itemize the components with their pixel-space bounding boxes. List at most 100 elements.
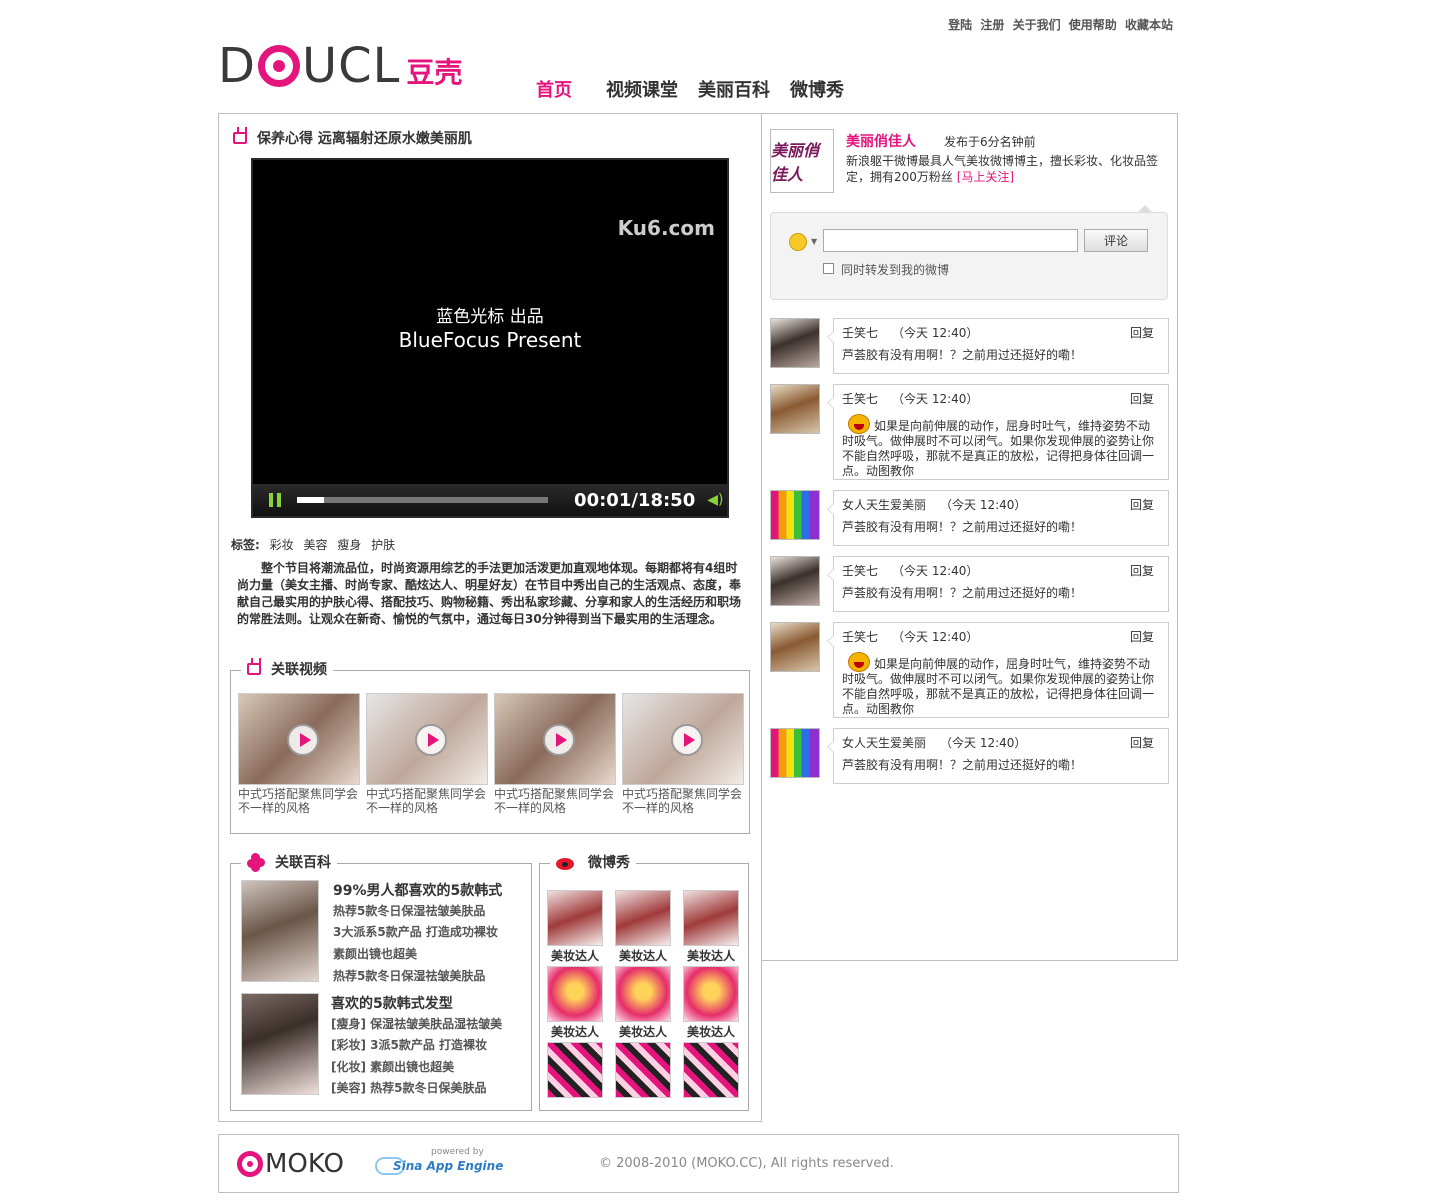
weibo-item[interactable] [615,1042,671,1098]
weibo-item[interactable] [683,1042,739,1098]
weibo-thumb[interactable] [615,890,671,946]
reply-link[interactable]: 回复 [1130,736,1154,754]
baike-link[interactable]: 热荐5款冬日保湿祛皱美肤品 [333,902,485,919]
weibo-item-label[interactable]: 美妆达人 [547,1022,603,1042]
volume-icon[interactable]: ◀) [707,492,727,508]
video-player[interactable]: Ku6.com 蓝色光标 出品 BlueFocus Present 00:01/… [251,158,729,518]
help-link[interactable]: 使用帮助 [1069,18,1117,32]
weibo-item[interactable]: 美妆达人 [683,890,739,966]
play-icon[interactable] [287,724,319,756]
weibo-thumb[interactable] [683,966,739,1022]
tag-slimming[interactable]: 瘦身 [337,538,361,552]
weibo-item[interactable]: 美妆达人 [615,890,671,966]
avatar[interactable] [770,318,820,368]
weibo-thumb[interactable] [547,966,603,1022]
comment-user[interactable]: 女人天生爱美丽 [842,736,926,754]
reply-link[interactable]: 回复 [1130,630,1154,648]
weibo-thumb[interactable] [615,1042,671,1098]
weibo-item[interactable]: 美妆达人 [547,890,603,966]
video-progress-bar[interactable] [296,497,549,503]
baike-headline[interactable]: 喜欢的5款韩式发型 [331,993,453,1013]
play-icon[interactable] [415,724,447,756]
weibo-thumb[interactable] [615,966,671,1022]
baike-link[interactable]: [美容] 热荐5款冬日保美肤品 [331,1079,487,1096]
video-thumbnail[interactable] [366,693,488,785]
video-caption[interactable]: 中式巧搭配聚焦同学会不一样的风格 [622,787,744,815]
video-caption[interactable]: 中式巧搭配聚焦同学会不一样的风格 [238,787,360,815]
video-thumbnail[interactable] [494,693,616,785]
avatar[interactable] [770,556,820,606]
weibo-item-label[interactable]: 美妆达人 [683,1022,739,1042]
nav-video-class[interactable]: 视频课堂 [606,76,684,102]
video-caption[interactable]: 中式巧搭配聚焦同学会不一样的风格 [366,787,488,815]
bookmark-link[interactable]: 收藏本站 [1125,18,1173,32]
login-link[interactable]: 登陆 [948,18,972,32]
weibo-item-label[interactable]: 美妆达人 [615,1022,671,1042]
repost-checkbox[interactable] [823,263,834,274]
nav-beauty-wiki[interactable]: 美丽百科 [698,76,776,102]
about-link[interactable]: 关于我们 [1013,18,1061,32]
comment-user[interactable]: 女人天生爱美丽 [842,498,926,516]
weibo-thumb[interactable] [683,1042,739,1098]
video-caption[interactable]: 中式巧搭配聚焦同学会不一样的风格 [494,787,616,815]
profile-avatar[interactable]: 美丽俏佳人 [770,129,834,193]
tag-skincare[interactable]: 护肤 [371,538,395,552]
avatar[interactable] [770,622,820,672]
tag-beauty[interactable]: 美容 [303,538,327,552]
weibo-item-label[interactable]: 美妆达人 [615,946,671,966]
weibo-thumb[interactable] [547,890,603,946]
weibo-item-label[interactable]: 美妆达人 [547,946,603,966]
comment-user[interactable]: 壬笑七 [842,392,878,410]
site-logo[interactable]: D UCL 豆壳 [218,38,462,94]
avatar[interactable] [770,728,820,778]
nav-weibo-show[interactable]: 微博秀 [790,76,850,102]
baike-photo[interactable] [241,993,319,1095]
video-thumbnail[interactable] [622,693,744,785]
reply-link[interactable]: 回复 [1130,326,1154,344]
related-video-item[interactable]: 中式巧搭配聚焦同学会不一样的风格 [622,693,744,815]
weibo-thumb[interactable] [683,890,739,946]
baike-link[interactable]: 素颜出镜也超美 [333,945,417,962]
play-icon[interactable] [671,724,703,756]
related-videos-title-text: 关联视频 [271,662,327,678]
baike-link[interactable]: [瘦身] 保湿祛皱美肤品湿祛皱美 [331,1015,502,1032]
weibo-item[interactable]: 美妆达人 [615,966,671,1042]
reply-link[interactable]: 回复 [1130,392,1154,410]
reply-link[interactable]: 回复 [1130,564,1154,582]
chevron-down-icon[interactable]: ▼ [811,237,817,246]
weibo-item-label[interactable]: 美妆达人 [683,946,739,966]
moko-logo[interactable]: MOKO [237,1149,344,1179]
repost-label[interactable]: 同时转发到我的微博 [841,261,949,278]
pause-icon[interactable] [269,493,283,507]
weibo-thumb[interactable] [547,1042,603,1098]
avatar[interactable] [770,384,820,434]
comment-user[interactable]: 壬笑七 [842,326,878,344]
baike-photo[interactable] [241,880,319,982]
baike-headline[interactable]: 99%男人都喜欢的5款韩式 [333,880,502,900]
weibo-item[interactable] [547,1042,603,1098]
register-link[interactable]: 注册 [980,18,1004,32]
baike-link[interactable]: [化妆] 素颜出镜也超美 [331,1058,454,1075]
profile-name[interactable]: 美丽俏佳人 [846,131,916,151]
baike-link[interactable]: 热荐5款冬日保湿祛皱美肤品 [333,967,485,984]
emoticon-icon[interactable] [789,233,807,251]
comment-input[interactable] [823,229,1078,252]
sae-badge[interactable]: powered by Sina App Engine [375,1147,503,1179]
follow-link[interactable]: [马上关注] [957,170,1014,184]
comment-submit-button[interactable]: 评论 [1084,229,1148,252]
video-thumbnail[interactable] [238,693,360,785]
play-icon[interactable] [543,724,575,756]
tag-makeup[interactable]: 彩妆 [270,538,294,552]
nav-home[interactable]: 首页 [536,76,578,102]
comment-user[interactable]: 壬笑七 [842,564,878,582]
related-video-item[interactable]: 中式巧搭配聚焦同学会不一样的风格 [238,693,360,815]
avatar[interactable] [770,490,820,540]
related-video-item[interactable]: 中式巧搭配聚焦同学会不一样的风格 [494,693,616,815]
reply-link[interactable]: 回复 [1130,498,1154,516]
weibo-item[interactable]: 美妆达人 [547,966,603,1042]
baike-link[interactable]: [彩妆] 3派5款产品 打造裸妆 [331,1036,487,1053]
comment-user[interactable]: 壬笑七 [842,630,878,648]
weibo-item[interactable]: 美妆达人 [683,966,739,1042]
related-video-item[interactable]: 中式巧搭配聚焦同学会不一样的风格 [366,693,488,815]
baike-link[interactable]: 3大派系5款产品 打造成功裸妆 [333,923,498,940]
